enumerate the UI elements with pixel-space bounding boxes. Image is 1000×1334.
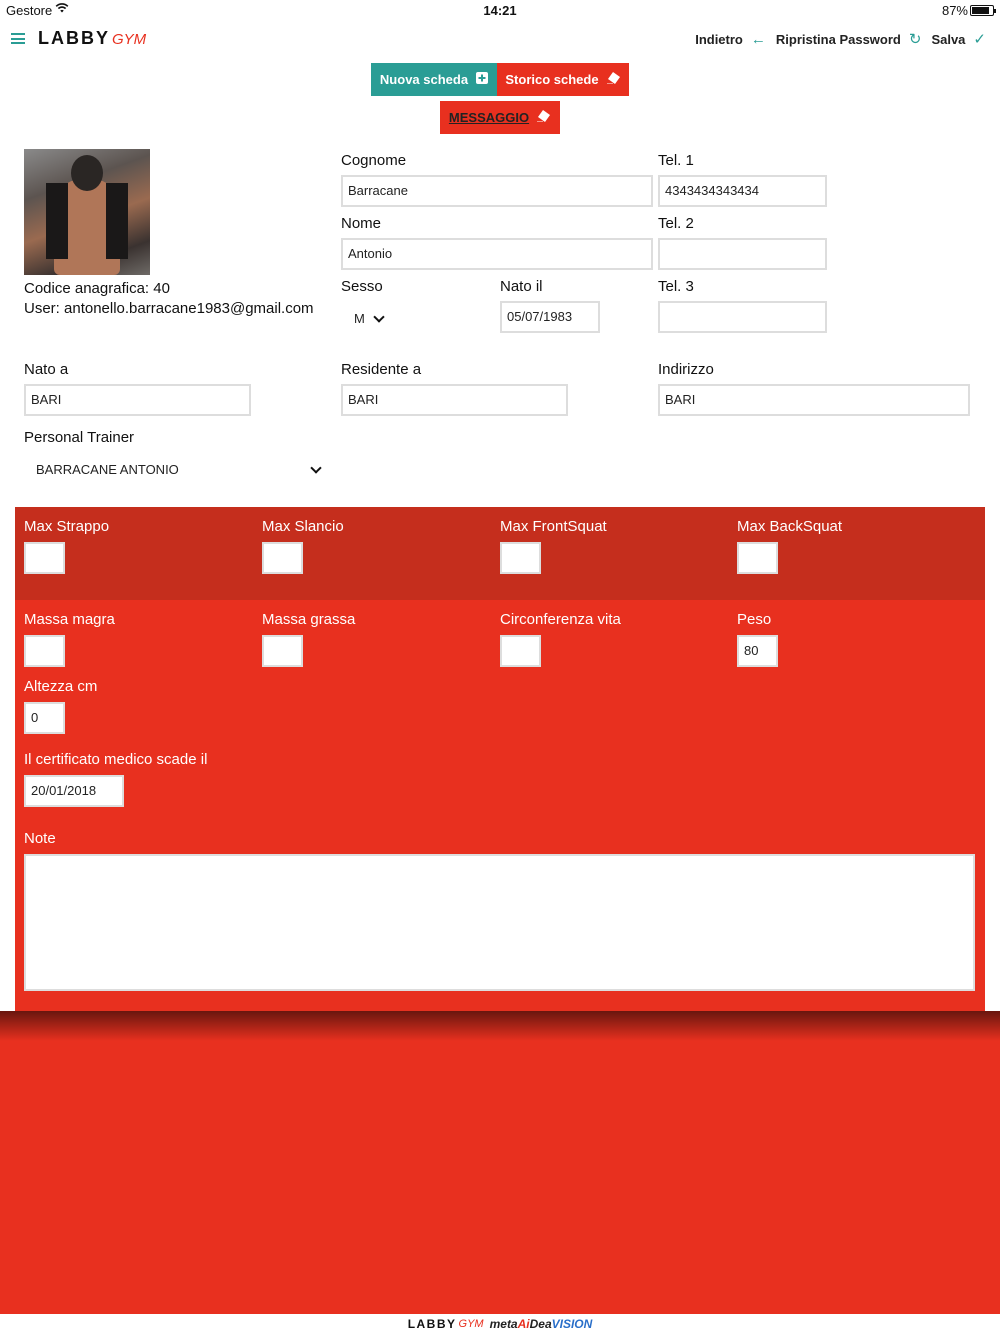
sesso-label: Sesso [341, 278, 383, 295]
tel2-input[interactable] [658, 238, 827, 270]
circonferenza-label: Circonferenza vita [500, 611, 621, 628]
trainer-value: BARRACANE ANTONIO [36, 462, 179, 477]
note-label: Note [24, 830, 56, 847]
logo-main: LABBY [38, 28, 110, 48]
tel2-label: Tel. 2 [658, 215, 694, 232]
note-textarea[interactable] [24, 854, 975, 991]
eraser-icon [606, 72, 621, 87]
arrow-left-icon: ← [750, 30, 766, 48]
indirizzo-input[interactable]: BARI [658, 384, 970, 416]
new-sheet-button[interactable]: Nuova scheda [371, 63, 497, 96]
battery-percent: 87% [941, 3, 968, 18]
massa-magra-input[interactable] [24, 635, 65, 667]
max-backsquat-label: Max BackSquat [737, 518, 843, 535]
cognome-input[interactable]: Barracane [341, 175, 653, 207]
eraser-icon [537, 110, 551, 125]
background-fill [0, 1011, 1000, 1314]
history-button[interactable]: Storico schede [497, 63, 629, 96]
nome-label: Nome [341, 215, 382, 232]
trainer-label: Personal Trainer [24, 429, 135, 446]
certificato-label: Il certificato medico scade il [24, 751, 208, 768]
cognome-label: Cognome [341, 152, 407, 169]
tel1-label: Tel. 1 [658, 152, 694, 169]
massa-grassa-label: Massa grassa [262, 611, 356, 628]
altezza-input[interactable]: 0 [24, 702, 65, 734]
message-button[interactable]: MESSAGGIO [440, 101, 560, 134]
new-sheet-label: Nuova scheda [379, 72, 469, 87]
back-label: Indietro [695, 31, 743, 47]
altezza-label: Altezza cm [24, 678, 98, 695]
nato-il-label: Nato il [500, 278, 543, 295]
chevron-down-icon [310, 461, 322, 474]
refresh-icon: ↻ [908, 31, 922, 48]
nato-a-input[interactable]: BARI [24, 384, 251, 416]
max-strappo-label: Max Strappo [24, 518, 110, 535]
reset-password-label: Ripristina Password [775, 31, 901, 47]
profile-photo[interactable] [24, 149, 150, 275]
max-slancio-input[interactable] [262, 542, 303, 574]
massa-magra-label: Massa magra [24, 611, 115, 628]
nav-bar: LABBY GYM Indietro ← Ripristina Password … [0, 22, 1000, 58]
hamburger-menu-icon[interactable] [11, 33, 25, 44]
footer: LABBY GYM meta Ai Dea VISION [0, 1314, 1000, 1334]
residente-input[interactable]: BARI [341, 384, 568, 416]
clock: 14:21 [483, 3, 517, 18]
nato-il-input[interactable]: 05/07/1983 [500, 301, 600, 333]
tel3-label: Tel. 3 [658, 278, 694, 295]
residente-label: Residente a [341, 361, 422, 378]
trainer-select[interactable]: BARRACANE ANTONIO [36, 461, 322, 477]
plus-square-icon [476, 72, 489, 87]
footer-ai: Ai [517, 1317, 530, 1331]
nato-a-label: Nato a [24, 361, 69, 378]
message-label: MESSAGGIO [448, 110, 530, 125]
app-logo: LABBY GYM [38, 28, 146, 49]
max-frontsquat-input[interactable] [500, 542, 541, 574]
footer-dea: Dea [529, 1317, 552, 1331]
tel1-input[interactable]: 4343434343434 [658, 175, 827, 207]
save-button[interactable]: Salva ✓ [931, 30, 986, 48]
chevron-down-icon [373, 310, 385, 323]
footer-gym: GYM [458, 1318, 484, 1330]
back-button[interactable]: Indietro ← [695, 31, 766, 48]
nome-input[interactable]: Antonio [341, 238, 653, 270]
circonferenza-input[interactable] [500, 635, 541, 667]
peso-input[interactable]: 80 [737, 635, 778, 667]
max-frontsquat-label: Max FrontSquat [500, 518, 607, 535]
sesso-value: M [354, 311, 365, 326]
battery-icon [970, 5, 996, 16]
profile-code: Codice anagrafica: 40 [24, 280, 170, 297]
footer-labby: LABBY [407, 1317, 457, 1331]
massa-grassa-input[interactable] [262, 635, 303, 667]
history-label: Storico schede [505, 72, 599, 87]
certificato-input[interactable]: 20/01/2018 [24, 775, 124, 807]
panel-shadow [0, 1011, 1000, 1041]
max-slancio-label: Max Slancio [262, 518, 344, 535]
max-strappo-input[interactable] [24, 542, 65, 574]
footer-vision: VISION [551, 1317, 593, 1331]
peso-label: Peso [737, 611, 772, 628]
tel3-input[interactable] [658, 301, 827, 333]
status-bar: Gestore 14:21 87% [0, 0, 1000, 22]
save-label: Salva [931, 31, 966, 47]
checkmark-icon: ✓ [973, 31, 986, 48]
max-backsquat-input[interactable] [737, 542, 778, 574]
logo-sub: GYM [112, 31, 147, 48]
nav-actions: Indietro ← Ripristina Password ↻ Salva ✓ [685, 30, 986, 49]
sesso-select[interactable]: M [354, 310, 385, 326]
footer-meta: meta [489, 1317, 518, 1331]
reset-password-button[interactable]: Ripristina Password ↻ [776, 30, 922, 48]
profile-user: User: antonello.barracane1983@gmail.com [24, 300, 314, 317]
indirizzo-label: Indirizzo [658, 361, 714, 378]
